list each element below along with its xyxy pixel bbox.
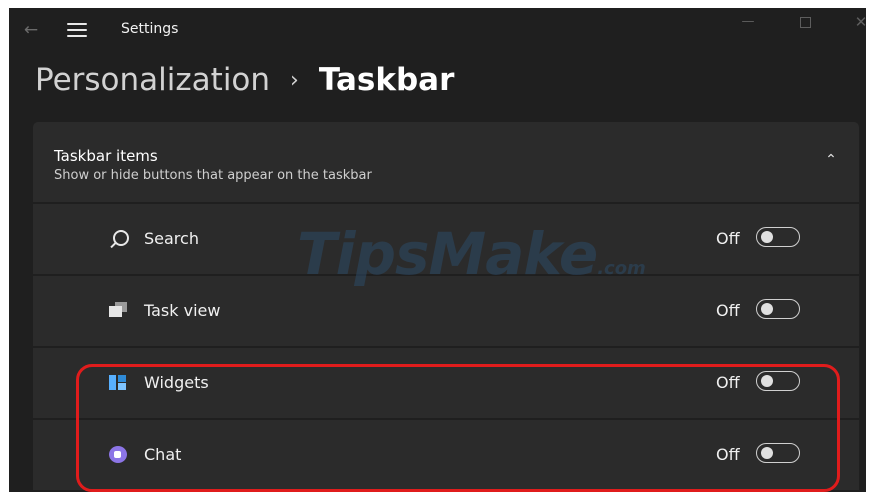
setting-label: Search xyxy=(144,229,199,248)
breadcrumb-separator-icon: › xyxy=(290,67,299,93)
close-button[interactable]: ✕ xyxy=(847,12,866,32)
breadcrumb-personalization[interactable]: Personalization xyxy=(35,62,270,98)
hamburger-menu-icon[interactable] xyxy=(65,20,89,40)
section-title: Taskbar items xyxy=(54,147,158,165)
chevron-up-icon[interactable]: ⌃ xyxy=(821,150,841,170)
title-bar: ← Settings — ✕ xyxy=(9,8,866,52)
settings-window: ← Settings — ✕ Personalization › Taskbar… xyxy=(9,8,866,492)
breadcrumb: Personalization › Taskbar xyxy=(35,58,454,102)
toggle-knob xyxy=(761,231,773,243)
watermark: TipsMake.com xyxy=(297,220,646,288)
watermark-suffix: .com xyxy=(597,258,646,279)
red-highlight-annotation xyxy=(76,364,840,492)
search-icon xyxy=(109,229,131,249)
task-view-toggle[interactable] xyxy=(756,299,800,319)
page-title: Taskbar xyxy=(318,62,455,98)
search-toggle[interactable] xyxy=(756,227,800,247)
toggle-state-label: Off xyxy=(716,229,740,248)
taskbar-items-header[interactable]: Taskbar items Show or hide buttons that … xyxy=(33,122,859,202)
toggle-state-label: Off xyxy=(716,301,740,320)
back-button[interactable]: ← xyxy=(19,18,43,42)
app-title: Settings xyxy=(121,21,179,37)
task-view-icon xyxy=(109,301,131,321)
maximize-icon xyxy=(799,17,811,28)
watermark-text: TipsMake xyxy=(297,220,598,288)
maximize-button[interactable] xyxy=(791,12,819,32)
minimize-button[interactable]: — xyxy=(734,12,762,32)
setting-label: Task view xyxy=(144,301,221,320)
section-subtitle: Show or hide buttons that appear on the … xyxy=(54,168,372,183)
toggle-knob xyxy=(761,303,773,315)
